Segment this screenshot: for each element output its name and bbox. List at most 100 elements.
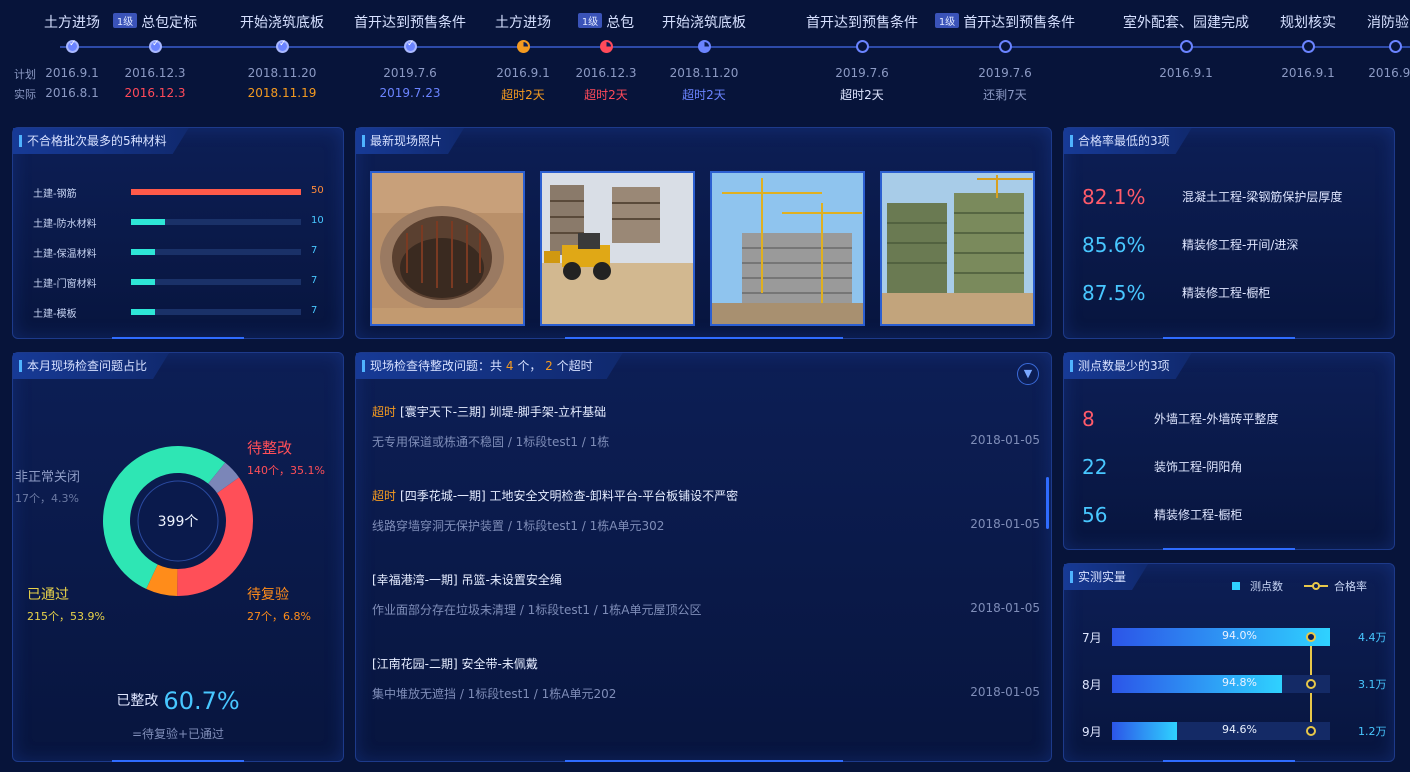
milestone-status-icon xyxy=(276,39,289,53)
legend-rate-label: 合格率 xyxy=(1334,580,1367,593)
measured-rate: 94.0% xyxy=(1222,629,1257,642)
rectified-label: 已整改 xyxy=(116,693,159,709)
issue-detail: 线路穿墙穿洞无保护装置 / 1标段test1 / 1栋A单元302 xyxy=(372,519,665,533)
measured-title: 实测实量 xyxy=(1064,564,1148,590)
site-photo-cranes[interactable] xyxy=(710,171,865,326)
issue-item[interactable]: 超时 [寰宇天下-三期] 圳堤-脚手架-立杆基础 无专用保道或栋通不稳固 / 1标… xyxy=(372,403,1040,463)
material-count: 7 xyxy=(311,245,318,256)
measured-panel: 实测实量 测点数 合格率 7月 94.0% 4.4万 8月 94.8% 3.1万 9… xyxy=(1063,563,1395,762)
issue-title-wrap: 超时 [四季花城-一期] 工地安全文明检查-卸料平台-平台板铺设不严密 xyxy=(372,487,738,504)
issue-title: [四季花城-一期] 工地安全文明检查-卸料平台-平台板铺设不严密 xyxy=(400,489,739,503)
measured-row[interactable]: 7月 94.0% 4.4万 xyxy=(1082,626,1398,648)
measured-count: 3.1万 xyxy=(1358,678,1387,691)
legend-rate-swatch xyxy=(1304,582,1328,590)
milestone-status-icon xyxy=(517,40,530,53)
lowest-pass-panel: 合格率最低的3项 82.1% 混凝土工程-梁钢筋保护层厚度 85.6% 精装修工程… xyxy=(1063,127,1395,339)
filter-icon[interactable]: ▼ xyxy=(1017,363,1039,385)
material-row[interactable]: 土建-保温材料 7 xyxy=(33,245,323,260)
issue-item[interactable]: 超时 [四季花城-一期] 工地安全文明检查-卸料平台-平台板铺设不严密 线路穿墙穿… xyxy=(372,487,1040,547)
issue-item[interactable]: [幸福港湾-一期] 吊篮-未设置安全绳 作业面部分存在垃圾未清理 / 1标段te… xyxy=(372,571,1040,631)
donut-total: 399个 xyxy=(158,514,199,530)
donut-label-detail: 17个，4.3% xyxy=(15,492,79,505)
donut-label-name: 待复验 xyxy=(247,586,289,603)
material-bar-track xyxy=(131,189,301,195)
donut-label-detail: 215个，53.9% xyxy=(27,610,105,623)
milestone-status-icon xyxy=(600,40,613,53)
rank-text: 精装修工程-橱柜 xyxy=(1154,508,1243,522)
measured-month: 7月 xyxy=(1082,631,1102,645)
legend-points: 测点数 xyxy=(1232,578,1283,594)
milestone-label: 开始浇筑底板 xyxy=(240,15,324,31)
material-bar-track xyxy=(131,249,301,255)
measured-month: 9月 xyxy=(1082,725,1102,739)
rate-point xyxy=(1306,726,1316,736)
milestone-label-wrap: 1级 首开达到预售条件 xyxy=(925,12,1085,32)
rank-text: 装饰工程-阴阳角 xyxy=(1154,460,1243,474)
rank-value: 85.6% xyxy=(1082,233,1146,257)
milestone-status-icon xyxy=(1389,40,1402,53)
material-row[interactable]: 土建-门窗材料 7 xyxy=(33,275,323,290)
lowest-pass-row[interactable]: 85.6% 精装修工程-开间/进深 xyxy=(1082,230,1392,260)
overdue-flag: 超时 xyxy=(372,405,397,419)
timeline-track xyxy=(60,46,1410,48)
milestone-level-badge: 1级 xyxy=(112,13,138,28)
rank-value: 82.1% xyxy=(1082,185,1146,209)
milestone-label: 首开达到预售条件 xyxy=(963,15,1076,31)
issue-detail: 集中堆放无遮挡 / 1标段test1 / 1栋A单元202 xyxy=(372,687,617,701)
material-name: 土建-钢筋 xyxy=(33,189,77,200)
material-bar xyxy=(131,189,301,195)
issue-date: 2018-01-05 xyxy=(970,601,1040,615)
issues-total: 4 xyxy=(505,359,514,373)
measured-rate: 94.8% xyxy=(1222,676,1257,689)
lowest-pass-row[interactable]: 87.5% 精装修工程-橱柜 xyxy=(1082,278,1392,308)
material-bar-track xyxy=(131,279,301,285)
material-name: 土建-门窗材料 xyxy=(33,279,97,290)
material-row[interactable]: 土建-模板 7 xyxy=(33,305,323,320)
issues-title: 现场检查待整改问题：共 4 个， 2 个超时 xyxy=(356,353,623,379)
issues-panel: 现场检查待整改问题：共 4 个， 2 个超时 ▼ 超时 [寰宇天下-三期] 圳堤-… xyxy=(355,352,1052,762)
milestone-status-icon xyxy=(66,39,79,53)
issues-scrollbar[interactable] xyxy=(1046,477,1049,529)
milestone-status-icon xyxy=(999,40,1012,53)
measured-bar-track xyxy=(1112,628,1330,646)
lowest-pass-row[interactable]: 82.1% 混凝土工程-梁钢筋保护层厚度 xyxy=(1082,182,1392,212)
milestone-label: 开始浇筑底板 xyxy=(662,15,746,31)
rate-point xyxy=(1306,679,1316,689)
issue-date: 2018-01-05 xyxy=(970,433,1040,447)
milestone-actual: 还剩7天 xyxy=(983,88,1027,102)
milestone-label-wrap: 首开达到预售条件 xyxy=(782,12,942,32)
milestone-plan-date: 2018.11.20 xyxy=(669,66,739,80)
issue-date: 2018-01-05 xyxy=(970,685,1040,699)
milestone-label: 首开达到预售条件 xyxy=(806,15,918,31)
rectified-value: 60.7% xyxy=(163,687,240,715)
measured-month: 8月 xyxy=(1082,678,1102,692)
site-photo-loader[interactable] xyxy=(540,171,695,326)
site-photo-buildings[interactable] xyxy=(880,171,1035,326)
issue-title-wrap: [江南花园-二期] 安全带-未佩戴 xyxy=(372,655,538,672)
fewest-points-row[interactable]: 56 精装修工程-橱柜 xyxy=(1082,500,1392,530)
fewest-points-title: 测点数最少的3项 xyxy=(1064,353,1192,379)
material-row[interactable]: 土建-钢筋 50 xyxy=(33,185,324,200)
measured-row[interactable]: 8月 94.8% 3.1万 xyxy=(1082,673,1398,695)
milestone-status-icon xyxy=(856,40,869,53)
measured-count: 4.4万 xyxy=(1358,631,1387,644)
milestone-label-wrap: 开始浇筑底板 xyxy=(624,12,784,32)
issue-title: [寰宇天下-三期] 圳堤-脚手架-立杆基础 xyxy=(400,405,607,419)
issue-item[interactable]: [江南花园-二期] 安全带-未佩戴 集中堆放无遮挡 / 1标段test1 / 1… xyxy=(372,655,1040,715)
rank-text: 混凝土工程-梁钢筋保护层厚度 xyxy=(1182,190,1343,204)
measured-bar xyxy=(1112,722,1178,740)
milestone-plan-date: 2019.7.6 xyxy=(978,66,1032,80)
legend-rate: 合格率 xyxy=(1304,578,1367,594)
measured-row[interactable]: 9月 94.6% 1.2万 xyxy=(1082,720,1398,742)
material-row[interactable]: 土建-防水材料 10 xyxy=(33,215,324,230)
milestone-level-badge: 1级 xyxy=(934,13,960,28)
measured-bar xyxy=(1112,628,1330,646)
issue-detail: 作业面部分存在垃圾未清理 / 1标段test1 / 1栋A单元屋顶公区 xyxy=(372,603,702,617)
material-name: 土建-模板 xyxy=(33,309,77,320)
fewest-points-row[interactable]: 8 外墙工程-外墙砖平整度 xyxy=(1082,404,1392,434)
site-photo-pit[interactable] xyxy=(370,171,525,326)
material-bar-track xyxy=(131,219,301,225)
issues-title-suffix: 个超时 xyxy=(556,359,593,373)
fewest-points-row[interactable]: 22 装饰工程-阴阳角 xyxy=(1082,452,1392,482)
milestone-label: 消防验收 xyxy=(1367,15,1410,31)
